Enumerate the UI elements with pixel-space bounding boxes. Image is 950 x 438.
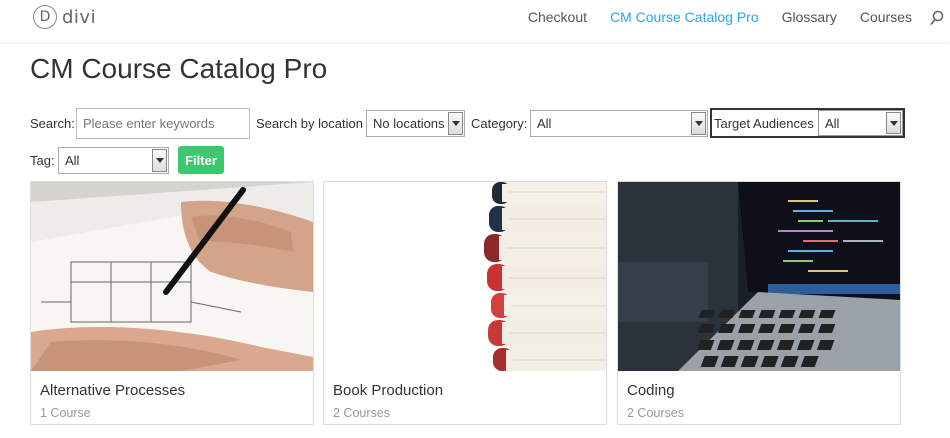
course-count: 1 Course xyxy=(40,406,91,420)
course-image-books xyxy=(324,182,606,371)
audience-select[interactable]: All xyxy=(818,110,903,136)
course-image-laptop xyxy=(618,182,900,371)
category-select-value: All xyxy=(537,116,552,131)
site-logo[interactable]: D divi xyxy=(33,5,96,29)
search-icon[interactable] xyxy=(930,10,944,26)
search-input[interactable]: Please enter keywords xyxy=(76,108,250,139)
course-card[interactable]: Alternative Processes 1 Course xyxy=(30,181,314,425)
course-title[interactable]: Coding xyxy=(627,382,675,399)
target-audiences-filter: Target Audiences All xyxy=(710,108,905,138)
chevron-down-icon xyxy=(886,112,901,134)
category-select[interactable]: All xyxy=(530,110,708,137)
audience-select-value: All xyxy=(825,115,840,131)
course-title[interactable]: Book Production xyxy=(333,382,443,399)
chevron-down-icon xyxy=(448,112,463,135)
site-header: D divi Checkout CM Course Catalog Pro Gl… xyxy=(0,0,950,42)
location-label: Search by location xyxy=(256,116,363,131)
course-card[interactable]: Book Production 2 Courses xyxy=(323,181,607,425)
nav-item-course-catalog[interactable]: CM Course Catalog Pro xyxy=(610,9,759,25)
course-title[interactable]: Alternative Processes xyxy=(40,382,185,399)
course-card[interactable]: Coding 2 Courses xyxy=(617,181,901,425)
chevron-down-icon xyxy=(152,149,167,172)
course-image-drawing xyxy=(31,182,313,371)
course-count: 2 Courses xyxy=(627,406,684,420)
tag-label: Tag: xyxy=(30,153,55,168)
tag-select-value: All xyxy=(65,153,80,168)
tag-select[interactable]: All xyxy=(58,147,169,174)
page-title: CM Course Catalog Pro xyxy=(30,53,328,84)
nav-item-checkout[interactable]: Checkout xyxy=(528,9,587,25)
filter-button[interactable]: Filter xyxy=(178,146,224,174)
chevron-down-icon xyxy=(691,112,706,135)
audience-label: Target Audiences xyxy=(714,116,814,131)
logo-mark: D xyxy=(33,5,57,29)
course-count: 2 Courses xyxy=(333,406,390,420)
nav-item-courses[interactable]: Courses xyxy=(860,9,912,25)
search-label: Search: xyxy=(30,116,75,131)
logo-text: divi xyxy=(62,6,97,28)
location-select[interactable]: No locations xyxy=(366,110,465,137)
main-nav: Checkout CM Course Catalog Pro Glossary … xyxy=(505,9,912,25)
location-select-value: No locations xyxy=(373,116,445,131)
category-label: Category: xyxy=(471,116,528,131)
nav-item-glossary[interactable]: Glossary xyxy=(782,9,837,25)
